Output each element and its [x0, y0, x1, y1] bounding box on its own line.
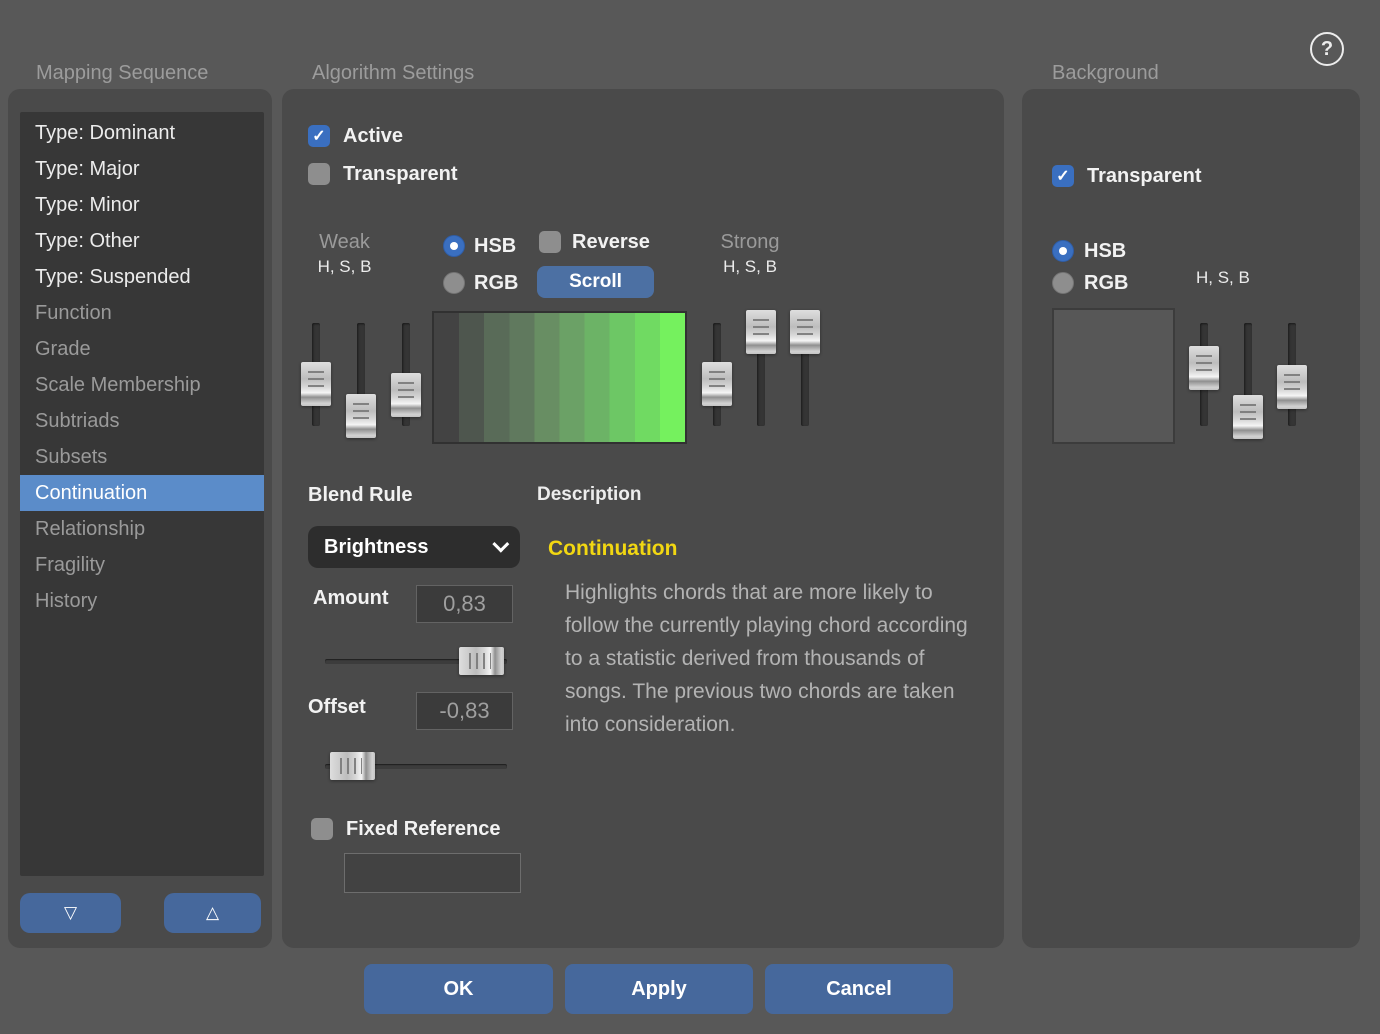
fixed-reference-checkbox[interactable] — [311, 818, 333, 840]
strong-s-slider[interactable] — [746, 317, 776, 433]
blend-rule-value: Brightness — [324, 536, 428, 559]
blend-rule-label: Blend Rule — [308, 484, 412, 506]
algorithm-settings-header: Algorithm Settings — [312, 62, 474, 85]
amount-field[interactable] — [416, 585, 513, 623]
list-item[interactable]: History — [20, 583, 264, 619]
background-header: Background — [1052, 62, 1159, 85]
mapping-sequence-list: Type: DominantType: MajorType: MinorType… — [20, 112, 264, 876]
slider-handle[interactable] — [301, 362, 331, 406]
list-item[interactable]: Continuation — [20, 475, 264, 511]
active-checkbox[interactable]: ✓ — [308, 125, 330, 147]
background-transparent-label: Transparent — [1087, 165, 1201, 187]
up-triangle-icon: △ — [206, 903, 219, 923]
slider-handle[interactable] — [391, 373, 421, 417]
active-label: Active — [343, 125, 403, 147]
cancel-button[interactable]: Cancel — [765, 964, 953, 1014]
dialog-window: { "icons": { "check": "✓", "help": "?", … — [0, 0, 1380, 1034]
reverse-checkbox[interactable] — [539, 231, 561, 253]
description-algorithm-name: Continuation — [548, 537, 677, 561]
fixed-reference-field[interactable] — [344, 853, 521, 893]
fixed-reference-label: Fixed Reference — [346, 818, 501, 840]
weak-b-slider[interactable] — [391, 317, 421, 433]
background-color-swatch — [1052, 308, 1175, 444]
mapping-sequence-panel: Type: DominantType: MajorType: MinorType… — [8, 89, 272, 948]
weak-h-slider[interactable] — [301, 317, 331, 433]
list-item[interactable]: Type: Dominant — [20, 115, 264, 151]
strong-b-slider[interactable] — [790, 317, 820, 433]
amount-slider[interactable] — [325, 646, 507, 676]
transparent-checkbox[interactable] — [308, 163, 330, 185]
background-hsb-label: HSB — [1084, 240, 1126, 262]
weak-label: Weak — [292, 231, 397, 254]
down-triangle-icon: ▽ — [64, 903, 77, 923]
slider-handle[interactable] — [1189, 346, 1219, 390]
list-item[interactable]: Subtriads — [20, 403, 264, 439]
list-item[interactable]: Fragility — [20, 547, 264, 583]
ok-button[interactable]: OK — [364, 964, 553, 1014]
list-item[interactable]: Function — [20, 295, 264, 331]
list-item[interactable]: Type: Suspended — [20, 259, 264, 295]
list-item[interactable]: Scale Membership — [20, 367, 264, 403]
weak-label-group: Weak H, S, B — [292, 231, 397, 277]
offset-field[interactable] — [416, 692, 513, 730]
slider-handle[interactable] — [1277, 365, 1307, 409]
rgb-radio[interactable] — [443, 272, 465, 294]
offset-slider[interactable] — [325, 751, 507, 781]
list-item[interactable]: Subsets — [20, 439, 264, 475]
amount-label: Amount — [313, 587, 389, 609]
list-item[interactable]: Relationship — [20, 511, 264, 547]
move-up-button[interactable]: △ — [164, 893, 261, 933]
description-title: Description — [537, 484, 642, 506]
background-rgb-radio[interactable] — [1052, 272, 1074, 294]
background-panel: ✓ Transparent HSB RGB H, S, B — [1022, 89, 1360, 948]
slider-handle[interactable] — [746, 310, 776, 354]
apply-button[interactable]: Apply — [565, 964, 753, 1014]
help-icon[interactable]: ? — [1310, 32, 1344, 66]
hsb-radio-label: HSB — [474, 235, 516, 257]
strong-label-group: Strong H, S, B — [700, 231, 800, 277]
slider-handle[interactable] — [1233, 395, 1263, 439]
background-hsb-radio[interactable] — [1052, 240, 1074, 262]
list-item[interactable]: Type: Minor — [20, 187, 264, 223]
chevron-down-icon — [492, 536, 509, 553]
background-transparent-checkbox[interactable]: ✓ — [1052, 165, 1074, 187]
background-b-slider[interactable] — [1277, 317, 1307, 433]
description-body: Highlights chords that are more likely t… — [565, 576, 977, 741]
list-item[interactable]: Type: Other — [20, 223, 264, 259]
weak-s-slider[interactable] — [346, 317, 376, 433]
background-h-slider[interactable] — [1189, 317, 1219, 433]
slider-handle[interactable] — [346, 394, 376, 438]
color-gradient-preview — [432, 311, 687, 444]
reverse-label: Reverse — [572, 231, 650, 253]
scroll-button[interactable]: Scroll — [537, 266, 654, 298]
rgb-radio-label: RGB — [474, 272, 518, 294]
slider-handle[interactable] — [790, 310, 820, 354]
background-s-slider[interactable] — [1233, 317, 1263, 433]
slider-handle[interactable] — [702, 362, 732, 406]
strong-hsb-label: H, S, B — [700, 257, 800, 277]
mapping-sequence-header: Mapping Sequence — [36, 62, 208, 85]
slider-handle[interactable] — [330, 752, 375, 780]
background-rgb-label: RGB — [1084, 272, 1128, 294]
offset-label: Offset — [308, 696, 366, 718]
move-down-button[interactable]: ▽ — [20, 893, 121, 933]
transparent-label: Transparent — [343, 163, 457, 185]
hsb-radio[interactable] — [443, 235, 465, 257]
strong-label: Strong — [700, 231, 800, 254]
strong-h-slider[interactable] — [702, 317, 732, 433]
slider-handle[interactable] — [459, 647, 504, 675]
blend-rule-dropdown[interactable]: Brightness — [308, 526, 520, 568]
weak-hsb-label: H, S, B — [292, 257, 397, 277]
algorithm-settings-panel: ✓ Active Transparent Weak H, S, B HSB RG… — [282, 89, 1004, 948]
background-hsb-sub-label: H, S, B — [1196, 268, 1250, 288]
list-item[interactable]: Type: Major — [20, 151, 264, 187]
list-item[interactable]: Grade — [20, 331, 264, 367]
